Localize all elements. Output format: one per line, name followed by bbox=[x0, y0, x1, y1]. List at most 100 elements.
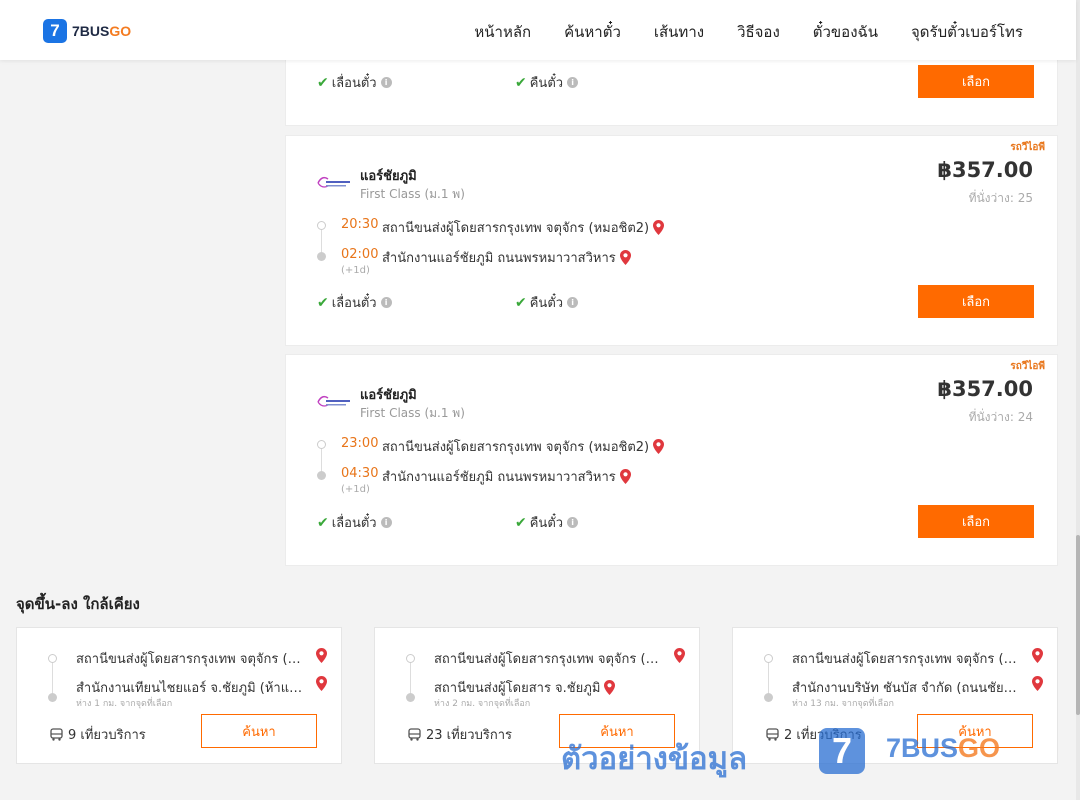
departure-dot bbox=[764, 654, 773, 663]
seats-available: ที่นั่งว่าง: 25 bbox=[968, 191, 1033, 205]
arrival-station: สำนักงานแอร์ชัยภูมิ ถนนพรหมาวาสวิหาร bbox=[382, 247, 631, 268]
page-scrollbar[interactable] bbox=[1076, 0, 1080, 800]
nearby-from-station: สถานีขนส่งผู้โดยสารกรุงเทพ จตุจักร (หมอช… bbox=[792, 652, 1020, 667]
arrival-dot bbox=[764, 693, 773, 702]
departure-station: สถานีขนส่งผู้โดยสารกรุงเทพ จตุจักร (หมอช… bbox=[382, 436, 665, 457]
check-icon: ✔ bbox=[515, 514, 527, 531]
arrival-dot bbox=[317, 471, 326, 480]
vip-tag: รถวีไอพี bbox=[1010, 361, 1045, 372]
map-pin-icon[interactable] bbox=[1032, 676, 1043, 691]
next-day-indicator: (+1d) bbox=[341, 484, 370, 495]
nearby-to-station: สถานีขนส่งผู้โดยสาร จ.ชัยภูมิ bbox=[434, 677, 616, 698]
feature-reschedule: ✔ เลื่อนตั๋ว i bbox=[317, 72, 392, 93]
arrival-time: 02:00 bbox=[341, 247, 379, 262]
logo-badge: 7 bbox=[43, 19, 67, 43]
info-icon[interactable]: i bbox=[567, 517, 579, 528]
arrival-dot bbox=[406, 693, 415, 702]
price: ฿357.00 bbox=[937, 377, 1033, 401]
map-pin-icon[interactable] bbox=[653, 220, 665, 235]
nearby-card: สถานีขนส่งผู้โดยสารกรุงเทพ จตุจักร (หมอช… bbox=[16, 627, 342, 764]
nearby-distance: ห่าง 1 กม. จากจุดที่เลือก bbox=[76, 699, 173, 709]
feature-refund: ✔ คืนตั๋ว i bbox=[515, 512, 579, 533]
nearby-trip-count: 9 เที่ยวบริการ bbox=[50, 724, 146, 745]
departure-dot bbox=[48, 654, 57, 663]
seats-available: ที่นั่งว่าง: 24 bbox=[968, 410, 1033, 424]
map-pin-icon[interactable] bbox=[316, 648, 327, 663]
next-day-indicator: (+1d) bbox=[341, 265, 370, 276]
feature-refund: ✔ คืนตั๋ว i bbox=[515, 72, 579, 93]
select-button[interactable]: เลือก bbox=[918, 285, 1034, 318]
price: ฿357.00 bbox=[937, 158, 1033, 182]
nearby-to-station: สำนักงานบริษัท ชันบัส จำกัด (ถนนชัยภูมิ) bbox=[792, 681, 1020, 696]
top-header: 7 7BUSGO หน้าหลัก ค้นหาตั๋ว เส้นทาง วิธี… bbox=[0, 0, 1076, 60]
nav-search-ticket[interactable]: ค้นหาตั๋ว bbox=[564, 20, 621, 44]
nearby-distance: ห่าง 13 กม. จากจุดที่เลือก bbox=[792, 699, 894, 709]
logo-text: 7BUSGO bbox=[72, 23, 132, 39]
select-button[interactable]: เลือก bbox=[918, 505, 1034, 538]
trip-card: รถวีไอพี แอร์ชัยภูมิ First Class (ม.1 พ)… bbox=[285, 354, 1058, 566]
map-pin-icon[interactable] bbox=[619, 469, 631, 484]
operator-logo-icon bbox=[317, 395, 350, 407]
scrollbar-thumb[interactable] bbox=[1076, 535, 1080, 715]
check-icon: ✔ bbox=[317, 74, 329, 91]
seat-class: First Class (ม.1 พ) bbox=[360, 406, 465, 420]
vip-tag: รถวีไอพี bbox=[1010, 142, 1045, 153]
check-icon: ✔ bbox=[317, 294, 329, 311]
info-icon[interactable]: i bbox=[380, 297, 392, 308]
main-nav: หน้าหลัก ค้นหาตั๋ว เส้นทาง วิธีจอง ตั๋วข… bbox=[441, 20, 1023, 44]
watermark-logo: 7BUSGO bbox=[886, 733, 1001, 763]
departure-station: สถานีขนส่งผู้โดยสารกรุงเทพ จตุจักร (หมอช… bbox=[382, 217, 665, 238]
select-button[interactable]: เลือก bbox=[918, 65, 1034, 98]
search-button[interactable]: ค้นหา bbox=[201, 714, 317, 748]
feature-reschedule: ✔ เลื่อนตั๋ว i bbox=[317, 292, 392, 313]
nav-pickup-points[interactable]: จุดรับตั๋วเบอร์โทร bbox=[911, 20, 1023, 44]
map-pin-icon[interactable] bbox=[619, 250, 631, 265]
info-icon[interactable]: i bbox=[380, 77, 392, 88]
map-pin-icon[interactable] bbox=[674, 648, 685, 663]
info-icon[interactable]: i bbox=[567, 297, 579, 308]
route-line bbox=[52, 660, 53, 696]
operator-name: แอร์ชัยภูมิ bbox=[360, 388, 417, 403]
departure-dot bbox=[317, 221, 326, 230]
trip-card-partial: ✔ เลื่อนตั๋ว i ✔ คืนตั๋ว i เลือก bbox=[285, 55, 1058, 126]
route-line bbox=[768, 660, 769, 696]
nav-home[interactable]: หน้าหลัก bbox=[474, 20, 531, 44]
info-icon[interactable]: i bbox=[380, 517, 392, 528]
bus-icon bbox=[408, 728, 421, 741]
bus-icon bbox=[766, 728, 779, 741]
check-icon: ✔ bbox=[515, 74, 527, 91]
operator-name: แอร์ชัยภูมิ bbox=[360, 169, 417, 184]
seat-class: First Class (ม.1 พ) bbox=[360, 187, 465, 201]
arrival-dot bbox=[48, 693, 57, 702]
feature-refund: ✔ คืนตั๋ว i bbox=[515, 292, 579, 313]
bus-icon bbox=[50, 728, 63, 741]
nearby-from-station: สถานีขนส่งผู้โดยสารกรุงเทพ จตุจักร (หมอช… bbox=[76, 652, 304, 667]
map-pin-icon[interactable] bbox=[604, 680, 616, 695]
nav-routes[interactable]: เส้นทาง bbox=[654, 20, 704, 44]
watermark-badge: 7 bbox=[819, 728, 865, 774]
departure-dot bbox=[406, 654, 415, 663]
nearby-trip-count: 23 เที่ยวบริการ bbox=[408, 724, 512, 745]
departure-time: 23:00 bbox=[341, 436, 379, 451]
nearby-to-station: สำนักงานเทียนไชยแอร์ จ.ชัยภูมิ (ห้าแยก) bbox=[76, 681, 304, 696]
feature-reschedule: ✔ เลื่อนตั๋ว i bbox=[317, 512, 392, 533]
nav-how-to-book[interactable]: วิธีจอง bbox=[737, 20, 780, 44]
arrival-dot bbox=[317, 252, 326, 261]
route-line bbox=[410, 660, 411, 696]
nav-my-tickets[interactable]: ตั๋วของฉัน bbox=[813, 20, 878, 44]
check-icon: ✔ bbox=[317, 514, 329, 531]
nearby-section-title: จุดขึ้น-ลง ใกล้เคียง bbox=[16, 595, 140, 613]
info-icon[interactable]: i bbox=[567, 77, 579, 88]
nearby-from-station: สถานีขนส่งผู้โดยสารกรุงเทพ จตุจักร (หมอช… bbox=[434, 652, 662, 667]
operator-logo-icon bbox=[317, 176, 350, 188]
map-pin-icon[interactable] bbox=[1032, 648, 1043, 663]
map-pin-icon[interactable] bbox=[653, 439, 665, 454]
check-icon: ✔ bbox=[515, 294, 527, 311]
trip-card: รถวีไอพี แอร์ชัยภูมิ First Class (ม.1 พ)… bbox=[285, 135, 1058, 346]
arrival-time: 04:30 bbox=[341, 466, 379, 481]
map-pin-icon[interactable] bbox=[316, 676, 327, 691]
departure-time: 20:30 bbox=[341, 217, 379, 232]
site-logo[interactable]: 7 7BUSGO bbox=[43, 19, 131, 43]
departure-dot bbox=[317, 440, 326, 449]
nearby-distance: ห่าง 2 กม. จากจุดที่เลือก bbox=[434, 699, 531, 709]
